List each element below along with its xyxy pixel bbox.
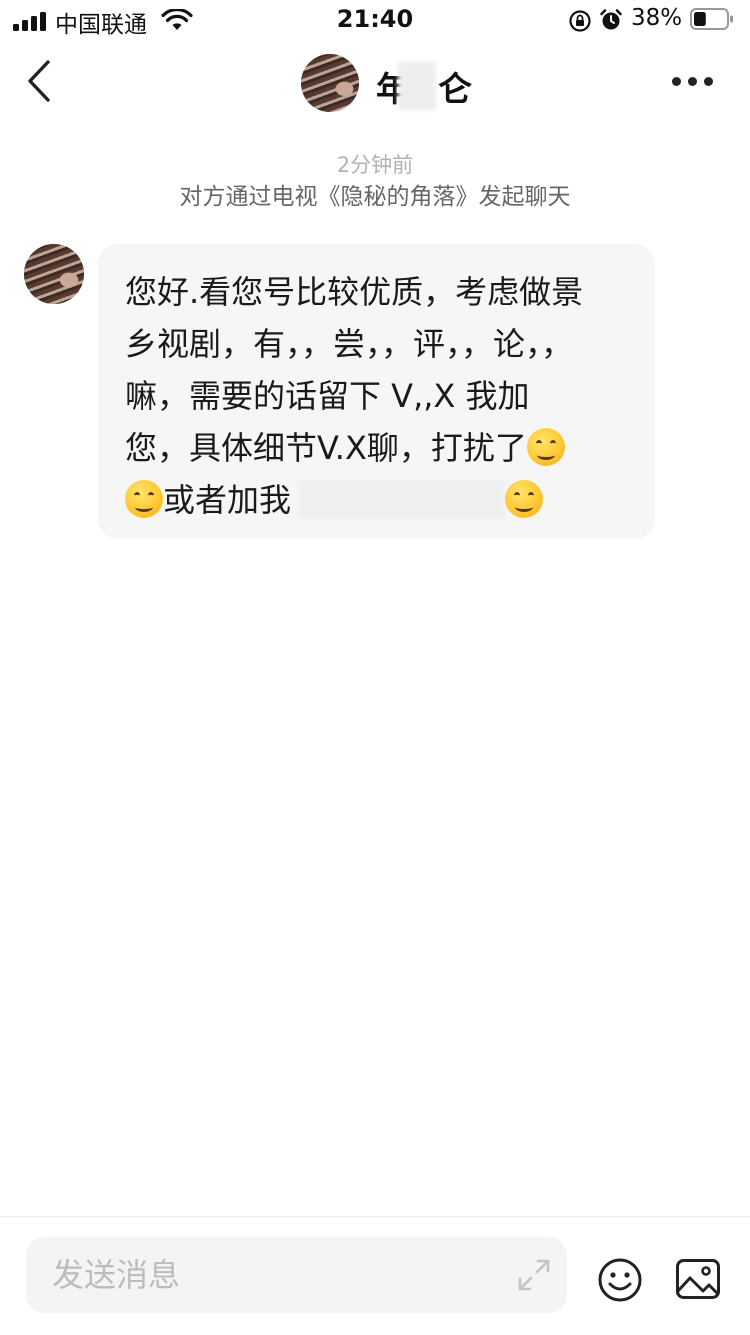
chat-source-notice: 对方通过电视《隐秘的角落》发起聊天: [179, 184, 571, 210]
emoji-icon[interactable]: [597, 1257, 643, 1303]
chat-header: 年仑: [0, 40, 750, 130]
expand-icon[interactable]: [516, 1257, 552, 1293]
status-bar: 中国联通 21:40 38%: [0, 0, 750, 40]
smile-emoji-icon: [526, 428, 565, 466]
input-bar: [0, 1216, 750, 1335]
smile-emoji-icon: [125, 480, 163, 518]
battery-percent: 38%: [631, 5, 683, 31]
message-bubble[interactable]: 您好.看您号比较优质，考虑做景 乡视剧，有，，尝，，评，，论，， 嘛，需要的话留…: [98, 244, 655, 539]
message-input[interactable]: [26, 1237, 522, 1313]
name-redaction: [398, 62, 436, 110]
alarm-icon: [600, 9, 622, 30]
smile-emoji-icon: [505, 480, 544, 518]
message-input-box[interactable]: [26, 1237, 567, 1313]
more-icon[interactable]: [670, 70, 716, 94]
back-arrow-icon[interactable]: [18, 58, 62, 104]
message-timestamp: 2分钟前: [336, 153, 414, 177]
battery-icon: [690, 8, 733, 30]
sender-avatar[interactable]: [24, 244, 84, 304]
message-line: 嘛，需要的话留下 V,,X 我加: [125, 377, 530, 415]
message-line: 您，具体细节V.X聊，打扰了: [125, 422, 635, 474]
message-line: 乡视剧，有，，尝，，评，，论，，: [125, 325, 574, 363]
contact-redaction: [299, 480, 506, 518]
message-line: 您好.看您号比较优质，考虑做景: [125, 273, 584, 311]
contact-avatar[interactable]: [301, 54, 359, 112]
image-icon[interactable]: [675, 1258, 721, 1300]
message-line: 或者加我: [125, 474, 635, 526]
rotation-lock-icon: [569, 10, 591, 32]
